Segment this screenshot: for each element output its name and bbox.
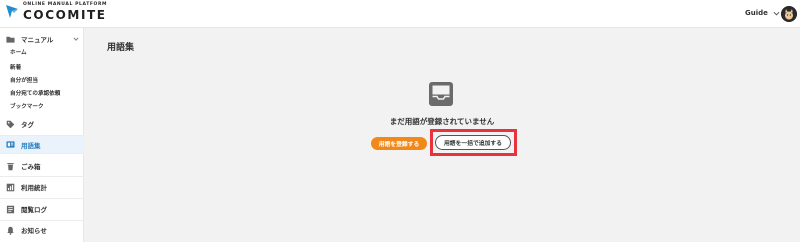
sidebar-subitem-home[interactable]: ホーム [10,48,27,56]
sidebar-item-label: 用語集 [21,141,41,150]
avatar-icon [781,6,797,22]
sidebar-subitem-bookmark[interactable]: ブックマーク [10,102,44,110]
empty-state-message: まだ用語が登録されていません [389,117,495,126]
glossary-icon [6,141,15,148]
trash-icon [7,162,14,170]
sidebar-item-notice[interactable]: お知らせ [0,223,84,237]
sidebar-item-trash[interactable]: ごみ箱 [0,159,84,173]
cocomite-logo[interactable]: ONLINE MANUAL PLATFORM COCOMITE [4,3,107,21]
guide-menu[interactable]: Guide [745,9,780,17]
sidebar-item-label: タグ [21,121,34,129]
chevron-down-icon[interactable] [73,36,79,42]
logo-arrow-icon [6,5,18,18]
sidebar-item-glossary[interactable]: 用語集 [0,136,84,153]
sidebar-item-label: マニュアル [21,36,54,44]
top-header: ONLINE MANUAL PLATFORM COCOMITE Guide [0,0,800,28]
guide-label: Guide [745,9,768,17]
stats-icon [6,183,15,191]
sidebar-divider [0,220,84,221]
sidebar-item-label: 閲覧ログ [21,206,47,214]
sidebar-item-label: お知らせ [21,227,47,235]
sidebar-item-label: 利用統計 [21,184,47,192]
sidebar-item-tag[interactable]: タグ [0,117,84,131]
user-avatar[interactable] [781,6,797,22]
sidebar-divider [0,198,84,199]
sidebar-subitem-assigned[interactable]: 自分が担当 [10,76,38,84]
page-title: 用語集 [107,43,135,53]
folder-icon [6,36,15,43]
sidebar-item-stats[interactable]: 利用統計 [0,180,84,194]
sidebar-subitem-new[interactable]: 新着 [10,63,21,71]
sidebar-item-label: ごみ箱 [21,163,41,171]
bell-icon [7,226,14,235]
sidebar-subitem-approval[interactable]: 自分宛ての承認依頼 [10,89,60,97]
sidebar-divider [0,176,84,177]
chevron-down-icon [773,11,780,16]
sidebar-item-manual[interactable]: マニュアル [0,32,84,46]
register-term-button[interactable]: 用語を登録する [371,137,427,150]
inbox-icon [429,82,453,106]
tag-icon [6,120,15,128]
sidebar: マニュアル ホーム 新着 自分が担当 自分宛ての承認依頼 ブックマーク タグ 用… [0,28,84,242]
bulk-add-term-button[interactable]: 用語を一括で追加する [435,135,511,150]
log-icon [6,205,15,213]
sidebar-item-view-log[interactable]: 閲覧ログ [0,202,84,216]
sidebar-divider [0,153,84,154]
logo-name: COCOMITE [23,7,107,22]
